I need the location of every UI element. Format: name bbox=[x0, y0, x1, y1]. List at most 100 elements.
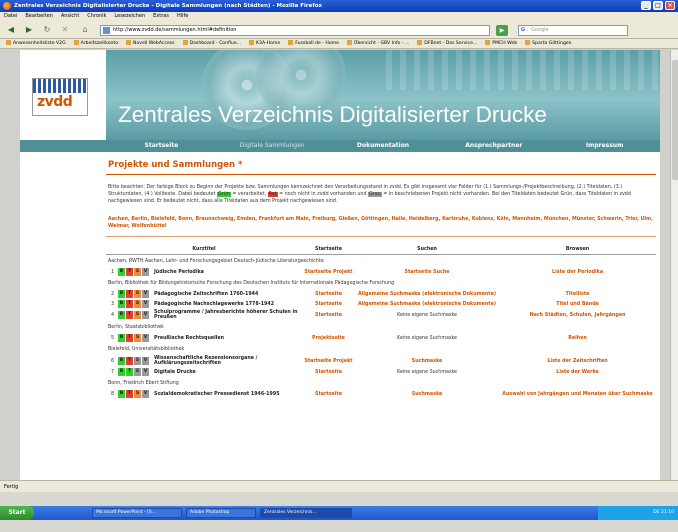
forward-icon[interactable]: ▶ bbox=[22, 24, 36, 36]
browse-link[interactable]: Liste der Werke bbox=[499, 367, 656, 377]
close-button[interactable]: × bbox=[665, 1, 675, 10]
bookmark-item[interactable]: Arbeitszeitkonto bbox=[74, 39, 118, 48]
bookmark-item[interactable]: DFBnet - Das Service... bbox=[417, 39, 477, 48]
url-text: http://www.zvdd.de/sammlungen.html#defin… bbox=[113, 27, 237, 33]
startseite-link[interactable]: Startseite Projekt bbox=[302, 267, 355, 277]
nav-impressum[interactable]: Impressum bbox=[549, 140, 660, 152]
browse-link[interactable]: Nach Städten, Schulen, Jahrgängen bbox=[499, 309, 656, 321]
browse-link[interactable]: Liste der Zeitschriften bbox=[499, 355, 656, 367]
bookmark-item[interactable]: Übersicht - GBV Info - ... bbox=[347, 39, 409, 48]
nav-startseite[interactable]: Startseite bbox=[106, 140, 217, 152]
stop-icon[interactable]: ✕ bbox=[58, 24, 72, 36]
group-label: Aachen, RWTH Aachen, Lehr- und Forschung… bbox=[108, 259, 324, 264]
nav-digitale-sammlungen[interactable]: Digitale Sammlungen bbox=[217, 140, 328, 152]
menu-tools[interactable]: Extras bbox=[153, 12, 169, 21]
search-link[interactable]: Suchmaske bbox=[355, 355, 499, 367]
startseite-link[interactable]: Projektseite bbox=[302, 333, 355, 343]
menu-view[interactable]: Ansicht bbox=[61, 12, 79, 21]
city-links[interactable]: Aachen, Berlin, Bielefeld, Bonn, Braunsc… bbox=[106, 216, 656, 230]
intro-part: = noch nicht in zvdd vorhanden und bbox=[277, 192, 369, 197]
status-flag: S bbox=[134, 290, 141, 298]
search-input[interactable]: G Google bbox=[518, 25, 628, 36]
collections-table: Kurztitel Startseite Suchen Browsen Aach… bbox=[106, 245, 656, 399]
system-tray-clock: DE 21:10 bbox=[598, 506, 678, 520]
bookmark-item[interactable]: PMCH Web bbox=[485, 39, 517, 48]
page-icon bbox=[103, 27, 110, 34]
status-flags: BTSV bbox=[116, 367, 152, 377]
menu-help[interactable]: Hilfe bbox=[177, 12, 188, 21]
startseite-link[interactable]: Startseite bbox=[302, 389, 355, 399]
divider bbox=[106, 174, 656, 175]
status-flag: B bbox=[118, 368, 125, 376]
startseite-link[interactable]: Startseite bbox=[302, 367, 355, 377]
bookmark-item[interactable]: Sparta Göttingen bbox=[525, 39, 571, 48]
zvdd-logo[interactable]: zvdd bbox=[32, 78, 88, 116]
divider bbox=[106, 236, 656, 237]
go-button[interactable]: ▶ bbox=[496, 25, 508, 36]
collection-title: Wissenschaftliche Rezensionsorgane / Auf… bbox=[154, 356, 258, 366]
status-flags: BTSV bbox=[116, 267, 152, 277]
status-flag: V bbox=[142, 290, 149, 298]
bookmark-item[interactable]: Dashboard - Conflue... bbox=[183, 39, 241, 48]
startseite-link[interactable]: Startseite bbox=[302, 309, 355, 321]
nav-dokumentation[interactable]: Dokumentation bbox=[328, 140, 439, 152]
search-link[interactable]: Allgemeine Suchmaske (elektronische Doku… bbox=[355, 289, 499, 299]
menu-history[interactable]: Chronik bbox=[87, 12, 106, 21]
scrollbar-thumb[interactable] bbox=[672, 60, 678, 180]
status-flag: T bbox=[126, 290, 133, 298]
browse-link[interactable]: Liste der Periodika bbox=[499, 267, 656, 277]
table-body: Aachen, RWTH Aachen, Lehr- und Forschung… bbox=[106, 255, 656, 400]
nav-ansprechpartner[interactable]: Ansprechpartner bbox=[438, 140, 549, 152]
browse-link[interactable]: Reihen bbox=[499, 333, 656, 343]
status-flag: S bbox=[134, 390, 141, 398]
address-bar[interactable]: http://www.zvdd.de/sammlungen.html#defin… bbox=[100, 25, 490, 36]
browse-link[interactable]: Auswahl von Jahrgängen und Monaten über … bbox=[499, 389, 656, 399]
status-flag: S bbox=[134, 357, 141, 365]
bookmark-item[interactable]: Anwesenheitsliste V2G bbox=[6, 39, 66, 48]
window-controls: _ □ × bbox=[641, 1, 675, 10]
logo-area: zvdd bbox=[20, 50, 106, 140]
col-browsen: Browsen bbox=[499, 245, 656, 255]
menu-file[interactable]: Datei bbox=[4, 12, 17, 21]
menu-edit[interactable]: Bearbeiten bbox=[25, 12, 52, 21]
search-link[interactable]: Allgemeine Suchmaske (elektronische Doku… bbox=[355, 299, 499, 309]
bookmark-item[interactable]: Fussball.de - Home bbox=[288, 39, 339, 48]
menu-bar: Datei Bearbeiten Ansicht Chronik Lesezei… bbox=[0, 12, 678, 21]
collection-title: Preußische Rechtsquellen bbox=[154, 335, 225, 341]
group-label: Bonn, Friedrich Ebert Stiftung bbox=[108, 381, 179, 386]
reload-icon[interactable]: ↻ bbox=[40, 24, 54, 36]
status-flag: S bbox=[134, 368, 141, 376]
startseite-link[interactable]: Startseite Projekt bbox=[302, 355, 355, 367]
task-firefox[interactable]: Zentrales Verzeichnis... bbox=[260, 508, 352, 518]
startseite-link[interactable]: Startseite bbox=[302, 299, 355, 309]
home-icon[interactable]: ⌂ bbox=[78, 24, 92, 36]
vertical-scrollbar[interactable] bbox=[670, 50, 678, 480]
status-flags: BTSV bbox=[116, 299, 152, 309]
task-powerpoint[interactable]: Microsoft PowerPoint - [S... bbox=[92, 508, 182, 518]
bookmark-item[interactable]: K3A-Home bbox=[249, 39, 280, 48]
back-icon[interactable]: ◀ bbox=[4, 24, 18, 36]
row-number: 4 bbox=[110, 312, 114, 318]
start-button[interactable]: Start bbox=[0, 506, 34, 520]
startseite-link[interactable]: Startseite bbox=[302, 289, 355, 299]
status-flag: B bbox=[118, 357, 125, 365]
maximize-button[interactable]: □ bbox=[653, 1, 663, 10]
status-flag: T bbox=[126, 268, 133, 276]
collection-title: Pädagogische Zeitschriften 1760-1944 bbox=[154, 291, 259, 297]
search-link[interactable]: Suchmaske bbox=[355, 389, 499, 399]
status-flag: B bbox=[118, 290, 125, 298]
collection-title: Pädagogische Nachschlagewerke 1778-1942 bbox=[154, 301, 275, 307]
group-label: Berlin, Bibliothek für Bildungshistorisc… bbox=[108, 281, 395, 286]
logo-stripes bbox=[33, 79, 87, 93]
status-flag: S bbox=[134, 300, 141, 308]
bookmarks-toolbar: Anwesenheitsliste V2G Arbeitszeitkonto N… bbox=[0, 39, 678, 49]
status-flag: B bbox=[118, 334, 125, 342]
search-link[interactable]: Startseite Suche bbox=[355, 267, 499, 277]
bookmark-item[interactable]: Novell WebAccess bbox=[126, 39, 175, 48]
menu-bookmarks[interactable]: Lesezeichen bbox=[114, 12, 145, 21]
browse-link[interactable]: Titelliste bbox=[499, 289, 656, 299]
task-photoshop[interactable]: Adobe Photoshop bbox=[186, 508, 256, 518]
minimize-button[interactable]: _ bbox=[641, 1, 651, 10]
browse-link[interactable]: Titel und Bände bbox=[499, 299, 656, 309]
